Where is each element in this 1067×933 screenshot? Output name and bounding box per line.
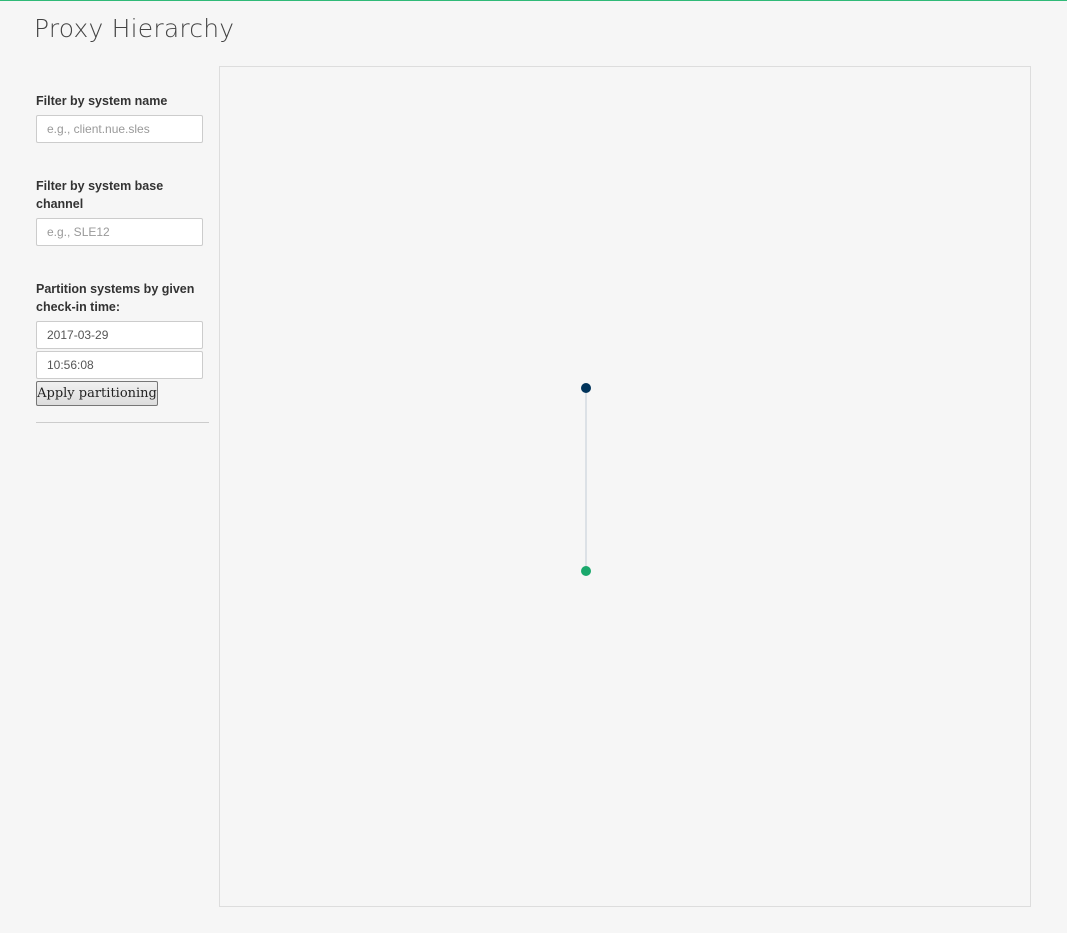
- hierarchy-graph-panel[interactable]: [219, 66, 1031, 907]
- hierarchy-graph: [581, 383, 591, 576]
- base-channel-filter-input[interactable]: [36, 218, 203, 246]
- sidebar-divider: [36, 422, 209, 423]
- system-name-filter-input[interactable]: [36, 115, 203, 143]
- apply-partitioning-button[interactable]: Apply partitioning: [36, 381, 158, 406]
- base-channel-filter-label: Filter by system base channel: [36, 179, 164, 211]
- page-title: Proxy Hierarchy: [34, 14, 235, 43]
- partition-date-input[interactable]: [36, 321, 203, 349]
- partition-label: Partition systems by given check-in time…: [36, 282, 195, 314]
- partition-time-input[interactable]: [36, 351, 203, 379]
- graph-node-root[interactable]: [581, 383, 591, 393]
- top-accent-rule: [0, 0, 1067, 1]
- system-name-filter-label: Filter by system name: [36, 94, 168, 108]
- graph-node-child[interactable]: [581, 566, 591, 576]
